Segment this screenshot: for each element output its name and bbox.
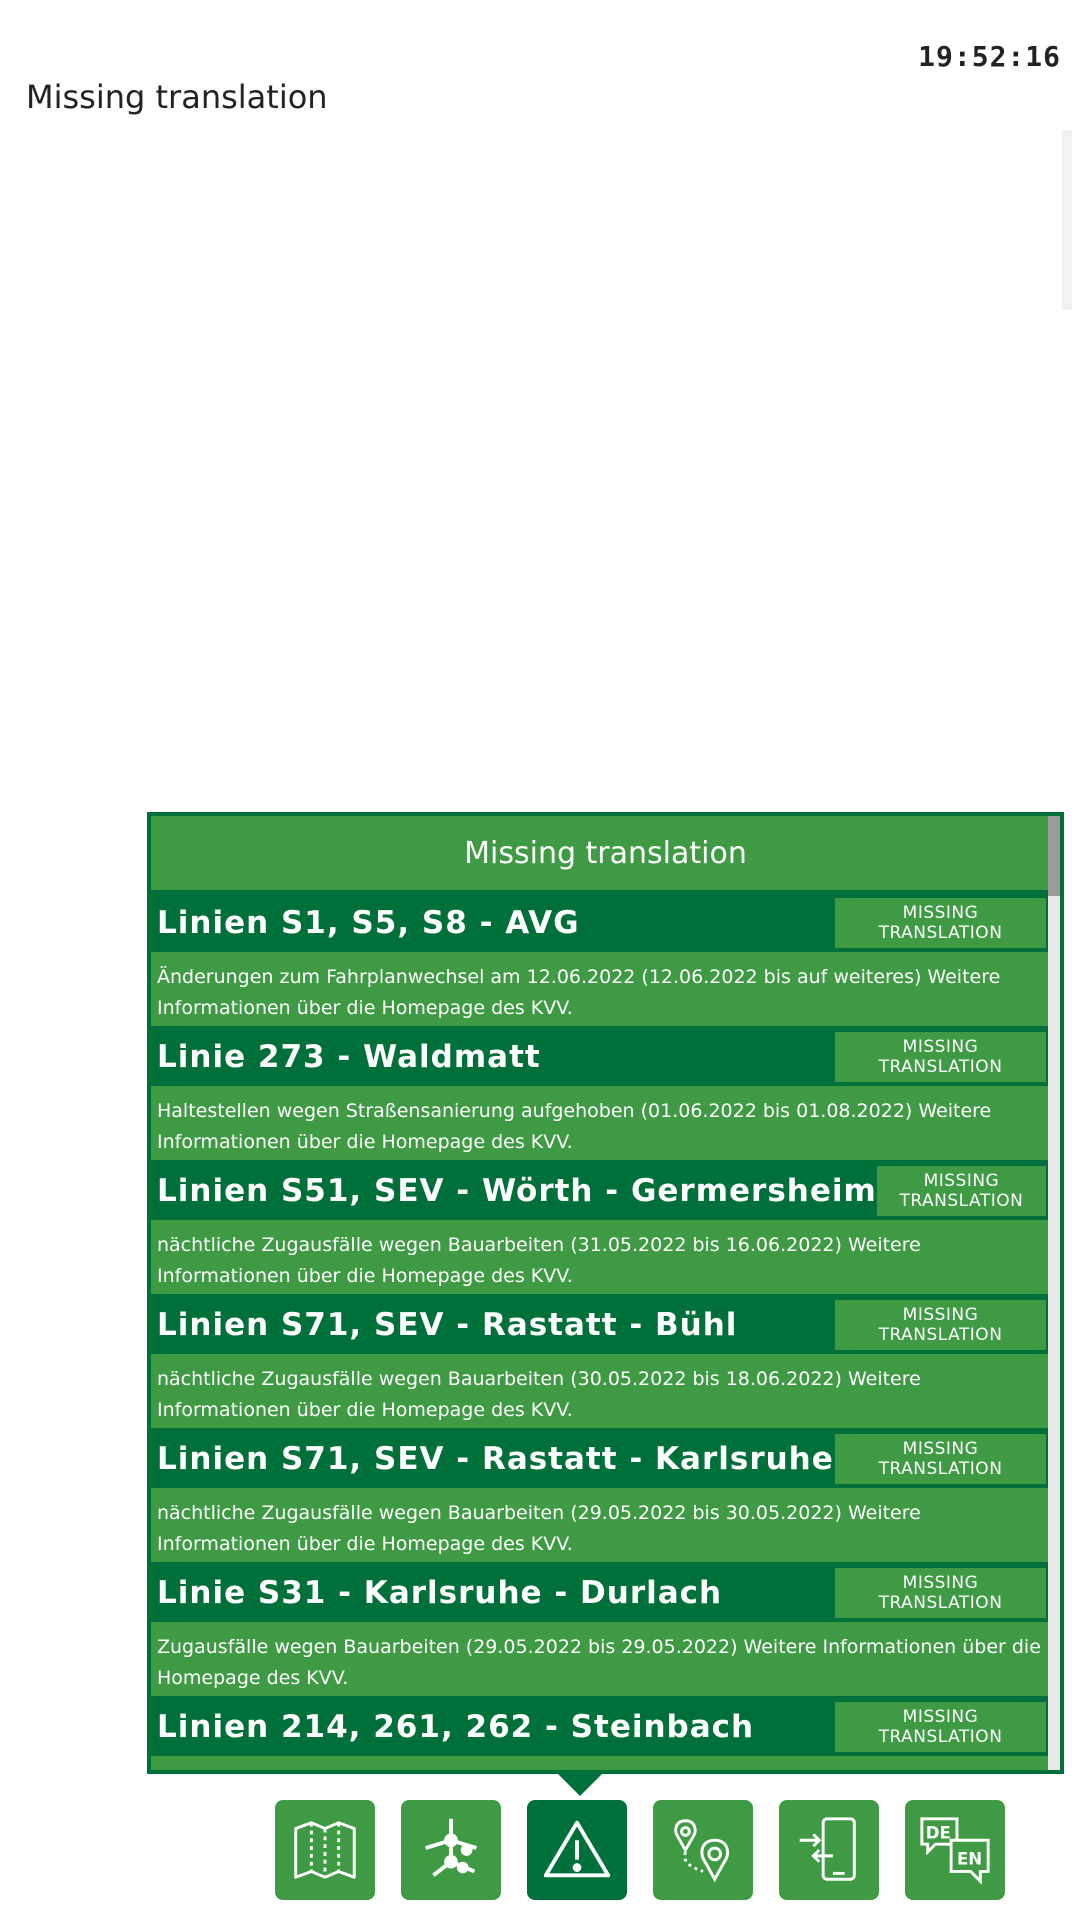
panel-pointer (556, 1772, 604, 1796)
language-button[interactable]: DE EN (905, 1800, 1005, 1900)
list-item: Linie S31 - Karlsruhe - Durlach MISSING … (151, 1564, 1050, 1698)
lang-en-label: EN (957, 1850, 982, 1869)
item-description: Änderungen zum Fahrplanwechsel am 12.06.… (151, 952, 1050, 1028)
warning-icon (543, 1820, 611, 1878)
item-header: Linien S71, SEV - Rastatt - Karlsruhe MI… (151, 1430, 1050, 1488)
item-title: Linien S51, SEV - Wörth - Germersheim (157, 1173, 877, 1209)
details-button[interactable]: MISSING TRANSLATION (835, 1032, 1046, 1082)
item-title: Linien S71, SEV - Rastatt - Bühl (157, 1307, 738, 1343)
details-button[interactable]: MISSING TRANSLATION (835, 898, 1046, 948)
phone-transfer-icon (799, 1817, 856, 1881)
details-button[interactable]: MISSING TRANSLATION (835, 1434, 1046, 1484)
list-item: Linien S71, SEV - Rastatt - Karlsruhe MI… (151, 1430, 1050, 1564)
details-button[interactable]: MISSING TRANSLATION (835, 1300, 1046, 1350)
page-scrollbar[interactable] (1062, 130, 1072, 310)
warnings-button[interactable] (527, 1800, 627, 1900)
list-item: Linien S51, SEV - Wörth - Germersheim MI… (151, 1162, 1050, 1296)
item-header: Linie 273 - Waldmatt MISSING TRANSLATION (151, 1028, 1050, 1086)
list-item: Linie 273 - Waldmatt MISSING TRANSLATION… (151, 1028, 1050, 1162)
details-button[interactable]: MISSING TRANSLATION (835, 1568, 1046, 1618)
route-icon (674, 1819, 729, 1883)
item-header: Linien 214, 261, 262 - Steinbach MISSING… (151, 1698, 1050, 1756)
phone-transfer-button[interactable] (779, 1800, 879, 1900)
map-button[interactable] (275, 1800, 375, 1900)
panel-scroll-thumb[interactable] (1048, 816, 1060, 896)
panel-scrollbar[interactable] (1048, 816, 1060, 1770)
item-header: Linien S51, SEV - Wörth - Germersheim MI… (151, 1162, 1050, 1220)
bottom-nav: DE EN (275, 1800, 1005, 1900)
disruptions-panel: Missing translation Linien S1, S5, S8 - … (147, 812, 1064, 1774)
lang-de-label: DE (926, 1823, 951, 1842)
item-description: nächtliche Zugausfälle wegen Bauarbeiten… (151, 1488, 1050, 1564)
item-title: Linie S31 - Karlsruhe - Durlach (157, 1575, 723, 1611)
list-item: Linien 214, 261, 262 - Steinbach MISSING… (151, 1698, 1050, 1756)
network-button[interactable] (401, 1800, 501, 1900)
details-button[interactable]: MISSING TRANSLATION (835, 1702, 1046, 1752)
clock: 19:52:16 (918, 40, 1061, 73)
item-description: Haltestellen wegen Straßensanierung aufg… (151, 1086, 1050, 1162)
item-header: Linien S1, S5, S8 - AVG MISSING TRANSLAT… (151, 894, 1050, 952)
item-title: Linien S1, S5, S8 - AVG (157, 905, 580, 941)
panel-title: Missing translation (151, 816, 1060, 894)
item-title: Linien 214, 261, 262 - Steinbach (157, 1709, 755, 1745)
page-title: Missing translation (26, 78, 328, 116)
item-description: nächtliche Zugausfälle wegen Bauarbeiten… (151, 1220, 1050, 1296)
language-icon: DE EN (920, 1817, 990, 1885)
map-icon (294, 1821, 356, 1879)
item-title: Linien S71, SEV - Rastatt - Karlsruhe (157, 1441, 834, 1477)
route-button[interactable] (653, 1800, 753, 1900)
network-icon (425, 1818, 477, 1877)
list-item: Linien S1, S5, S8 - AVG MISSING TRANSLAT… (151, 894, 1050, 1028)
disruption-list: Linien S1, S5, S8 - AVG MISSING TRANSLAT… (151, 894, 1050, 1756)
item-description: nächtliche Zugausfälle wegen Bauarbeiten… (151, 1354, 1050, 1430)
details-button[interactable]: MISSING TRANSLATION (876, 1166, 1046, 1216)
item-title: Linie 273 - Waldmatt (157, 1039, 541, 1075)
item-description: Zugausfälle wegen Bauarbeiten (29.05.202… (151, 1622, 1050, 1698)
item-header: Linie S31 - Karlsruhe - Durlach MISSING … (151, 1564, 1050, 1622)
item-header: Linien S71, SEV - Rastatt - Bühl MISSING… (151, 1296, 1050, 1354)
list-item: Linien S71, SEV - Rastatt - Bühl MISSING… (151, 1296, 1050, 1430)
